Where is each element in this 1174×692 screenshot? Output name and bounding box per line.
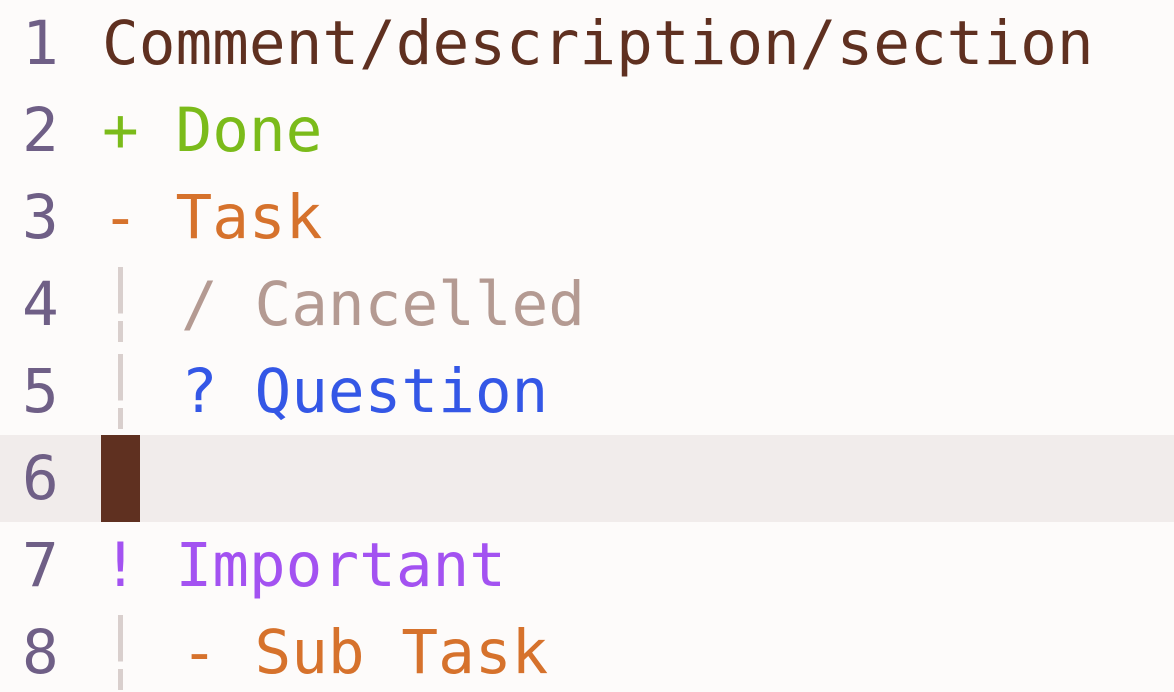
line-number: 4 bbox=[22, 269, 59, 340]
cancelled-item: / Cancelled bbox=[181, 261, 585, 348]
line-number: 3 bbox=[22, 182, 59, 253]
important-marker: ! bbox=[102, 530, 139, 601]
task-item: - Task bbox=[102, 174, 322, 261]
editor-line-2[interactable]: 2 + Done bbox=[0, 87, 1174, 174]
task-marker: - bbox=[102, 182, 139, 253]
question-marker: ? bbox=[181, 356, 218, 427]
question-label: Question bbox=[254, 356, 549, 427]
line-number: 6 bbox=[22, 443, 59, 514]
done-label: Done bbox=[175, 95, 323, 166]
line-number: 7 bbox=[22, 530, 59, 601]
subtask-item: - Sub Task bbox=[181, 609, 548, 692]
question-item: ? Question bbox=[181, 348, 548, 435]
code-editor[interactable]: 1 Comment/description/section 2 + Done 3… bbox=[0, 0, 1174, 692]
line-number: 8 bbox=[22, 617, 59, 688]
line-number: 1 bbox=[22, 8, 59, 79]
editor-line-6-current[interactable]: 6 bbox=[0, 435, 1174, 522]
task-label: Task bbox=[175, 182, 323, 253]
cancelled-marker: / bbox=[181, 269, 218, 340]
subtask-label: Sub Task bbox=[254, 617, 549, 688]
done-item: + Done bbox=[102, 87, 322, 174]
editor-line-4[interactable]: 4 / Cancelled bbox=[0, 261, 1174, 348]
important-item: ! Important bbox=[102, 522, 506, 609]
editor-line-7[interactable]: 7 ! Important bbox=[0, 522, 1174, 609]
block-cursor bbox=[101, 435, 140, 522]
line-number: 5 bbox=[22, 356, 59, 427]
editor-line-8[interactable]: 8 - Sub Task bbox=[0, 609, 1174, 692]
cancelled-label: Cancelled bbox=[254, 269, 585, 340]
indent-guide bbox=[118, 615, 123, 690]
comment-text: Comment/description/section bbox=[102, 8, 1094, 79]
editor-line-5[interactable]: 5 ? Question bbox=[0, 348, 1174, 435]
important-label: Important bbox=[175, 530, 506, 601]
subtask-marker: - bbox=[181, 617, 218, 688]
indent-guide bbox=[118, 354, 123, 429]
done-marker: + bbox=[102, 95, 139, 166]
editor-line-1[interactable]: 1 Comment/description/section bbox=[0, 0, 1174, 87]
indent-guide bbox=[118, 267, 123, 342]
line-number: 2 bbox=[22, 95, 59, 166]
editor-line-3[interactable]: 3 - Task bbox=[0, 174, 1174, 261]
